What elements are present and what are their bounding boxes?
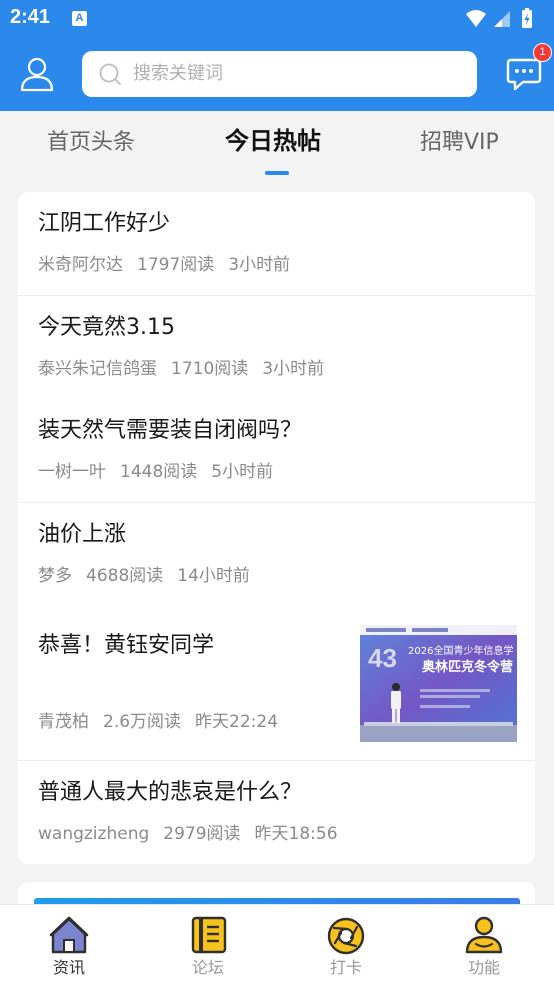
signal-icon — [494, 11, 510, 27]
post-author: wangzizheng — [38, 824, 150, 844]
thumbnail-headline-2: 奥林匹克冬令营 — [422, 659, 513, 675]
camera-aperture-icon — [327, 917, 365, 955]
search-icon — [99, 63, 121, 85]
search-input[interactable]: 搜索关键词 — [82, 51, 477, 97]
post-author: 梦多 — [38, 566, 72, 586]
post-title: 普通人最大的悲哀是什么？ — [38, 780, 303, 805]
post-time: 昨天22:24 — [195, 712, 279, 732]
post-author: 青茂柏 — [38, 712, 89, 732]
thumbnail-image: 43 2026全国青少年信息学 奥林匹克冬令营 — [360, 625, 517, 742]
post-meta: 青茂柏 2.6万阅读 昨天22:24 — [38, 710, 292, 734]
list-item[interactable]: 江阴工作好少 米奇阿尔达 1797阅读 3小时前 — [18, 192, 535, 295]
post-time: 14小时前 — [177, 566, 250, 586]
search-placeholder: 搜索关键词 — [133, 63, 223, 84]
status-bar: 2:41 A — [0, 0, 554, 38]
battery-icon — [522, 8, 532, 28]
post-meta: 米奇阿尔达 1797阅读 3小时前 — [38, 253, 304, 277]
app-header: 2:41 A 搜索关键词 1 — [0, 0, 554, 111]
bottom-nav: 资讯 论坛 打卡 功能 — [0, 904, 554, 984]
nav-label: 打卡 — [329, 958, 362, 977]
list-item[interactable]: 今天竟然3.15 泰兴朱记信鸽蛋 1710阅读 3小时前 — [18, 296, 535, 399]
app-screen: 2:41 A 搜索关键词 1 首页头条 今日热帖 招聘VIP 江阴工作好少 米奇… — [0, 0, 554, 984]
status-time: 2:41 — [10, 6, 51, 28]
notification-app-icon: A — [72, 11, 87, 26]
thumbnail-headline-1: 2026全国青少年信息学 — [408, 644, 513, 657]
tab-jobs-vip[interactable]: 招聘VIP — [420, 128, 499, 158]
nav-item-news[interactable]: 资讯 — [19, 905, 119, 984]
feed-tabs: 首页头条 今日热帖 招聘VIP — [0, 111, 554, 183]
post-meta: 一树一叶 1448阅读 5小时前 — [38, 460, 287, 484]
post-thumbnail[interactable]: 43 2026全国青少年信息学 奥林匹克冬令营 — [360, 625, 517, 742]
person-icon — [465, 916, 503, 954]
list-item[interactable]: 装天然气需要装自闭阀吗？ 一树一叶 1448阅读 5小时前 — [18, 399, 535, 502]
thumbnail-number: 43 — [368, 643, 397, 673]
post-list: 江阴工作好少 米奇阿尔达 1797阅读 3小时前 今天竟然3.15 泰兴朱记信鸽蛋 1… — [18, 192, 535, 864]
nav-item-checkin[interactable]: 打卡 — [296, 905, 396, 984]
post-meta: wangzizheng 2979阅读 昨天18:56 — [38, 822, 352, 846]
list-item[interactable]: 普通人最大的悲哀是什么？ wangzizheng 2979阅读 昨天18:56 — [18, 761, 535, 864]
post-reads: 1448阅读 — [120, 462, 198, 482]
nav-label: 资讯 — [52, 958, 85, 977]
post-reads: 1710阅读 — [171, 359, 249, 379]
post-title: 油价上涨 — [38, 522, 127, 547]
post-author: 泰兴朱记信鸽蛋 — [38, 359, 157, 379]
post-time: 5小时前 — [211, 462, 274, 482]
post-title: 装天然气需要装自闭阀吗？ — [38, 418, 303, 443]
status-icons — [466, 8, 532, 28]
home-icon — [49, 916, 89, 954]
forum-icon — [191, 916, 227, 954]
post-reads: 4688阅读 — [86, 566, 164, 586]
post-title: 江阴工作好少 — [38, 211, 171, 236]
post-meta: 泰兴朱记信鸽蛋 1710阅读 3小时前 — [38, 357, 338, 381]
nav-label: 功能 — [467, 958, 500, 977]
post-time: 昨天18:56 — [254, 824, 338, 844]
list-item[interactable]: 油价上涨 梦多 4688阅读 14小时前 — [18, 503, 535, 606]
post-reads: 1797阅读 — [137, 255, 215, 275]
wifi-icon — [466, 10, 486, 27]
post-author: 米奇阿尔达 — [38, 255, 123, 275]
post-reads: 2.6万阅读 — [103, 712, 182, 732]
post-reads: 2979阅读 — [163, 824, 241, 844]
message-badge: 1 — [533, 43, 552, 62]
post-title: 今天竟然3.15 — [38, 315, 175, 340]
tab-hot-posts[interactable]: 今日热帖 — [225, 126, 321, 156]
active-tab-indicator — [265, 171, 289, 175]
nav-item-forum[interactable]: 论坛 — [158, 905, 258, 984]
nav-item-features[interactable]: 功能 — [434, 905, 534, 984]
tab-headlines[interactable]: 首页头条 — [47, 128, 135, 158]
user-profile-icon[interactable] — [19, 56, 55, 92]
post-time: 3小时前 — [262, 359, 325, 379]
post-meta: 梦多 4688阅读 14小时前 — [38, 564, 264, 588]
nav-label: 论坛 — [191, 958, 224, 977]
message-icon[interactable] — [506, 57, 542, 91]
post-title: 恭喜！黄钰安同学 — [38, 633, 215, 658]
post-author: 一树一叶 — [38, 462, 106, 482]
post-time: 3小时前 — [228, 255, 291, 275]
